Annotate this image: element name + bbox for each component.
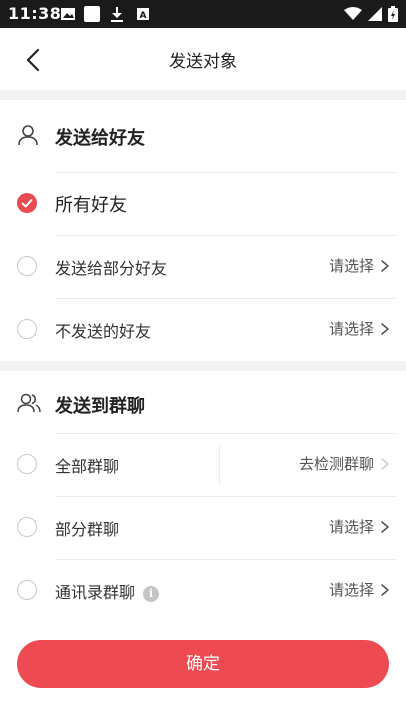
option-label: 部分群聊 bbox=[55, 520, 120, 539]
option-all-groups[interactable]: 全部群聊 去检测群聊 bbox=[0, 433, 406, 496]
svg-text:A: A bbox=[140, 11, 147, 21]
option-label: 通讯录群聊 bbox=[55, 583, 136, 602]
status-time: 11:38 bbox=[8, 4, 62, 23]
select-link-label: 请选择 bbox=[328, 257, 374, 275]
chevron-right-icon bbox=[381, 520, 389, 533]
detect-groups-link[interactable]: 去检测群聊 bbox=[299, 453, 392, 474]
select-link-label: 请选择 bbox=[328, 320, 374, 338]
select-link-label: 请选择 bbox=[328, 518, 374, 536]
detect-groups-label: 去检测群聊 bbox=[298, 455, 374, 473]
vertical-divider bbox=[219, 445, 220, 485]
row-divider bbox=[55, 433, 396, 434]
person-icon bbox=[18, 125, 38, 146]
section-gap bbox=[0, 90, 406, 100]
status-bar: 11:38 A bbox=[0, 0, 406, 28]
select-link[interactable]: 请选择 bbox=[329, 579, 392, 600]
radio-unchecked[interactable] bbox=[17, 319, 37, 339]
header-bar: 发送对象 bbox=[0, 28, 406, 90]
radio-checked[interactable] bbox=[17, 193, 37, 213]
confirm-button[interactable]: 确定 bbox=[17, 640, 389, 688]
groups-section-title: 发送到群聊 bbox=[55, 396, 145, 417]
radio-unchecked[interactable] bbox=[17, 580, 37, 600]
select-link-label: 请选择 bbox=[328, 581, 374, 599]
radio-unchecked[interactable] bbox=[17, 517, 37, 537]
wifi-icon bbox=[344, 7, 362, 20]
checkmark-icon bbox=[21, 199, 33, 208]
row-divider bbox=[55, 496, 396, 497]
select-link[interactable]: 请选择 bbox=[329, 255, 392, 276]
chevron-right-icon bbox=[381, 322, 389, 335]
signal-icon bbox=[368, 7, 382, 21]
app-notification-icon bbox=[84, 6, 100, 22]
select-link[interactable]: 请选择 bbox=[329, 318, 392, 339]
option-label: 全部群聊 bbox=[55, 457, 120, 476]
battery-icon bbox=[388, 6, 398, 22]
row-divider bbox=[55, 235, 396, 236]
chevron-right-icon bbox=[381, 457, 389, 470]
option-label-with-info: 通讯录群聊 i bbox=[55, 579, 160, 603]
option-contact-groups[interactable]: 通讯录群聊 i 请选择 bbox=[0, 559, 406, 622]
gallery-icon bbox=[61, 8, 75, 20]
row-divider bbox=[55, 172, 396, 173]
radio-unchecked[interactable] bbox=[17, 256, 37, 276]
group-icon bbox=[17, 393, 41, 413]
option-excluded-friends[interactable]: 不发送的好友 请选择 bbox=[0, 298, 406, 361]
friends-section-header: 发送给好友 bbox=[0, 100, 406, 170]
page-title: 发送对象 bbox=[169, 52, 237, 72]
friends-section-title: 发送给好友 bbox=[55, 128, 145, 149]
section-gap bbox=[0, 361, 406, 371]
text-app-icon: A bbox=[137, 8, 149, 21]
option-all-friends[interactable]: 所有好友 bbox=[0, 172, 406, 235]
chevron-right-icon bbox=[381, 259, 389, 272]
option-label: 所有好友 bbox=[55, 195, 127, 216]
groups-section-header: 发送到群聊 bbox=[0, 371, 406, 433]
radio-unchecked[interactable] bbox=[17, 454, 37, 474]
row-divider bbox=[55, 298, 396, 299]
row-divider bbox=[55, 559, 396, 560]
option-label: 发送给部分好友 bbox=[55, 259, 168, 278]
option-label: 不发送的好友 bbox=[55, 322, 152, 341]
download-icon bbox=[111, 7, 123, 22]
info-icon[interactable]: i bbox=[143, 586, 160, 602]
option-some-groups[interactable]: 部分群聊 请选择 bbox=[0, 496, 406, 559]
option-some-friends[interactable]: 发送给部分好友 请选择 bbox=[0, 235, 406, 298]
select-link[interactable]: 请选择 bbox=[329, 516, 392, 537]
chevron-right-icon bbox=[381, 583, 389, 596]
